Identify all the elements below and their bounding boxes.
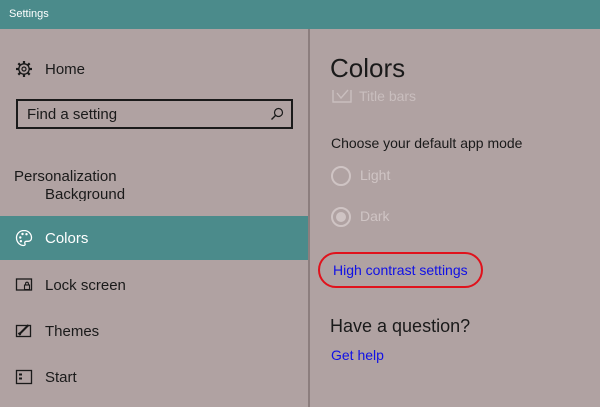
sidebar-item-label: Lock screen [45, 276, 126, 294]
app-mode-label: Choose your default app mode [331, 135, 523, 151]
highlight-circle: High contrast settings [318, 252, 483, 288]
radio-dark[interactable]: Dark [331, 206, 531, 228]
sidebar-item-label: Start [45, 368, 77, 386]
radio-button-icon[interactable] [331, 166, 351, 186]
title-bars-label: Title bars [359, 88, 417, 104]
themes-icon [14, 321, 34, 341]
radio-light[interactable]: Light [331, 165, 531, 187]
high-contrast-settings-link[interactable]: High contrast settings [333, 262, 468, 278]
sidebar-item-label: Themes [45, 322, 100, 340]
sidebar-item-colors[interactable]: Colors [0, 216, 308, 260]
sidebar-item-lock-screen[interactable]: Lock screen [0, 263, 308, 307]
title-bars-option[interactable]: Title bars [330, 88, 530, 104]
lock-screen-icon [14, 275, 34, 295]
sidebar-item-background[interactable]: Background [45, 183, 245, 201]
main-panel: Colors Title bars Choose your default ap… [310, 29, 600, 407]
checkbox-icon[interactable] [332, 89, 352, 104]
question-heading: Have a question? [330, 316, 471, 336]
sidebar-item-themes[interactable]: Themes [0, 309, 308, 353]
window-title: Settings [0, 0, 600, 29]
radio-button-selected-icon[interactable] [331, 207, 351, 227]
sidebar-item-label: Colors [45, 229, 89, 247]
radio-label: Dark [360, 208, 390, 224]
search-input[interactable] [27, 104, 257, 124]
search-box[interactable] [16, 99, 293, 129]
start-icon [14, 367, 34, 387]
page-title: Colors [330, 53, 406, 83]
gear-icon [14, 59, 34, 79]
sidebar: Home Personalization Background Colors [0, 29, 308, 407]
search-icon[interactable] [270, 107, 284, 121]
sidebar-item-label: Background [45, 186, 126, 201]
get-help-link[interactable]: Get help [331, 347, 384, 363]
palette-icon [14, 228, 34, 248]
sidebar-item-label: Home [45, 60, 86, 78]
sidebar-item-home[interactable]: Home [0, 47, 308, 91]
sidebar-item-start[interactable]: Start [0, 355, 308, 399]
radio-label: Light [360, 167, 391, 183]
